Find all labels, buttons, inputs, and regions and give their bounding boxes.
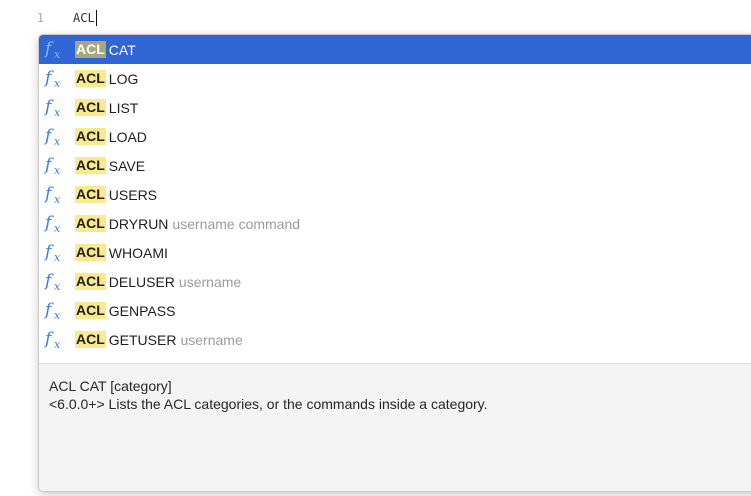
svg-text:f: f [44, 97, 54, 117]
code-text[interactable]: ACL [73, 10, 97, 26]
suggestion-item-acl-getuser[interactable]: fx ACL GETUSER username [39, 325, 751, 354]
function-icon: fx [44, 300, 61, 322]
suggestion-keyword: ACL [75, 273, 106, 290]
suggestion-item-acl-users[interactable]: fx ACL USERS [39, 180, 751, 209]
suggestion-keyword: ACL [75, 41, 106, 58]
suggestion-keyword: ACL [75, 99, 106, 116]
autocomplete-popup: fx ACL CAT fx ACL LOG fx ACL LIST fx ACL [38, 34, 751, 492]
suggestion-item-acl-genpass[interactable]: fx ACL GENPASS [39, 296, 751, 325]
function-icon: fx [44, 329, 61, 351]
svg-text:f: f [44, 184, 54, 204]
svg-text:x: x [54, 106, 61, 119]
function-icon: fx [44, 271, 61, 293]
svg-text:f: f [44, 213, 54, 233]
documentation-panel: ACL CAT [category] <6.0.0+> Lists the AC… [39, 363, 751, 491]
svg-text:f: f [44, 126, 54, 146]
suggestion-name: DELUSER [108, 273, 175, 290]
svg-text:x: x [54, 193, 61, 206]
svg-text:x: x [54, 251, 61, 264]
suggestion-keyword: ACL [75, 244, 106, 261]
suggestion-keyword: ACL [75, 331, 106, 348]
suggestion-name: WHOAMI [108, 244, 168, 261]
suggestion-item-acl-dryrun[interactable]: fx ACL DRYRUN username command [39, 209, 751, 238]
svg-text:f: f [44, 300, 54, 320]
suggestion-keyword: ACL [75, 215, 106, 232]
svg-text:f: f [44, 271, 54, 291]
svg-text:x: x [54, 309, 61, 322]
text-caret [95, 10, 97, 26]
suggestion-name: LOG [108, 70, 139, 87]
svg-text:x: x [54, 280, 61, 293]
suggestion-name: GETUSER [108, 331, 177, 348]
suggestion-list: fx ACL CAT fx ACL LOG fx ACL LIST fx ACL [39, 35, 751, 363]
svg-text:x: x [54, 222, 61, 235]
svg-text:x: x [54, 48, 61, 61]
function-icon: fx [44, 68, 61, 90]
function-icon: fx [44, 155, 61, 177]
suggestion-item-acl-deluser[interactable]: fx ACL DELUSER username [39, 267, 751, 296]
suggestion-args: username command [172, 215, 301, 232]
suggestion-keyword: ACL [75, 186, 106, 203]
line-number: 1 [36, 11, 44, 25]
suggestion-name: LIST [108, 99, 139, 116]
suggestion-item-acl-whoami[interactable]: fx ACL WHOAMI [39, 238, 751, 267]
suggestion-name: USERS [108, 186, 158, 203]
suggestion-name: SAVE [108, 157, 146, 174]
suggestion-name: DRYRUN [108, 215, 169, 232]
suggestion-keyword: ACL [75, 157, 106, 174]
svg-text:f: f [44, 329, 54, 349]
function-icon: fx [44, 213, 61, 235]
suggestion-keyword: ACL [75, 302, 106, 319]
svg-text:x: x [54, 164, 61, 177]
suggestion-name: CAT [108, 41, 136, 58]
svg-text:f: f [44, 68, 54, 88]
function-icon: fx [44, 39, 61, 61]
suggestion-item-acl-cat[interactable]: fx ACL CAT [39, 35, 751, 64]
function-icon: fx [44, 184, 61, 206]
suggestion-name: GENPASS [108, 302, 176, 319]
svg-text:f: f [44, 155, 54, 175]
svg-text:x: x [54, 77, 61, 90]
suggestion-item-acl-list[interactable]: fx ACL LIST [39, 93, 751, 122]
function-icon: fx [44, 242, 61, 264]
doc-description: <6.0.0+> Lists the ACL categories, or th… [49, 396, 488, 412]
suggestion-item-acl-save[interactable]: fx ACL SAVE [39, 151, 751, 180]
suggestion-item-acl-load[interactable]: fx ACL LOAD [39, 122, 751, 151]
suggestion-args: username [180, 331, 243, 348]
svg-text:f: f [44, 39, 54, 59]
code-text-content: ACL [73, 11, 95, 25]
doc-signature: ACL CAT [category] [49, 378, 172, 394]
svg-text:f: f [44, 242, 54, 262]
code-editor[interactable]: 1 ACL fx ACL CAT fx ACL LOG fx ACL LIST [0, 0, 751, 496]
svg-text:x: x [54, 135, 61, 148]
suggestion-item-acl-log[interactable]: fx ACL LOG [39, 64, 751, 93]
suggestion-name: LOAD [108, 128, 147, 145]
suggestion-keyword: ACL [75, 128, 106, 145]
svg-text:x: x [54, 338, 61, 351]
function-icon: fx [44, 97, 61, 119]
function-icon: fx [44, 126, 61, 148]
suggestion-args: username [178, 273, 242, 290]
editor-line: 1 ACL [0, 9, 97, 27]
suggestion-keyword: ACL [75, 70, 106, 87]
